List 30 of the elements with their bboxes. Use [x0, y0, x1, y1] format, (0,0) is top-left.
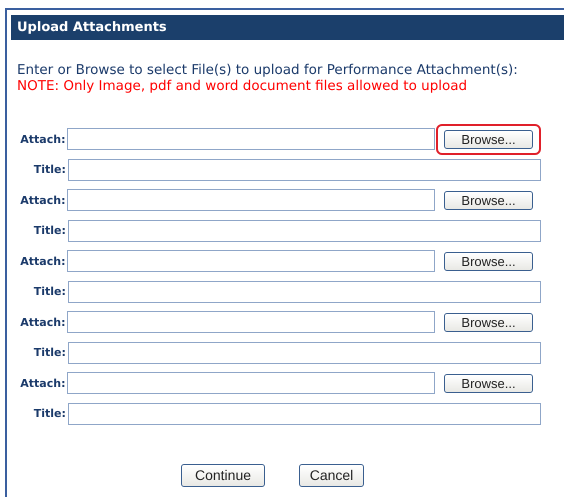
field-label: Attach: — [19, 316, 66, 328]
file-path-field[interactable] — [67, 250, 435, 272]
title-field[interactable] — [68, 402, 541, 424]
browse-button[interactable]: Browse... — [444, 252, 533, 270]
file-path-field[interactable] — [67, 128, 435, 150]
file-path-field[interactable] — [67, 311, 435, 333]
field-label: Title: — [32, 407, 66, 420]
browse-button[interactable]: Browse... — [444, 374, 533, 392]
continue-button[interactable]: Continue — [181, 464, 265, 486]
title-field[interactable] — [68, 280, 541, 302]
browse-button[interactable]: Browse... — [444, 190, 533, 210]
field-label: Attach: — [19, 132, 66, 146]
field-label: Attach: — [19, 254, 66, 268]
field-label: Title: — [32, 163, 66, 176]
file-path-field[interactable] — [67, 189, 435, 211]
field-label: Title: — [32, 224, 66, 237]
title-field[interactable] — [68, 158, 541, 180]
field-label: Attach: — [19, 194, 66, 206]
field-label: Title: — [32, 346, 66, 359]
title-field[interactable] — [68, 220, 541, 242]
browse-button[interactable]: Browse... — [444, 130, 533, 148]
instructions-text: Enter or Browse to select File(s) to upload for Performance Attachment(s): — [17, 62, 519, 78]
window-title: Upload Attachments — [11, 15, 564, 40]
field-label: Attach: — [19, 376, 66, 390]
field-label: Title: — [32, 285, 66, 298]
note-text: NOTE: Only Image, pdf and word document files allowed to upload — [17, 78, 468, 94]
browse-button[interactable]: Browse... — [444, 312, 533, 332]
cancel-button[interactable]: Cancel — [299, 464, 364, 486]
file-path-field[interactable] — [67, 372, 435, 394]
title-field[interactable] — [68, 342, 541, 364]
